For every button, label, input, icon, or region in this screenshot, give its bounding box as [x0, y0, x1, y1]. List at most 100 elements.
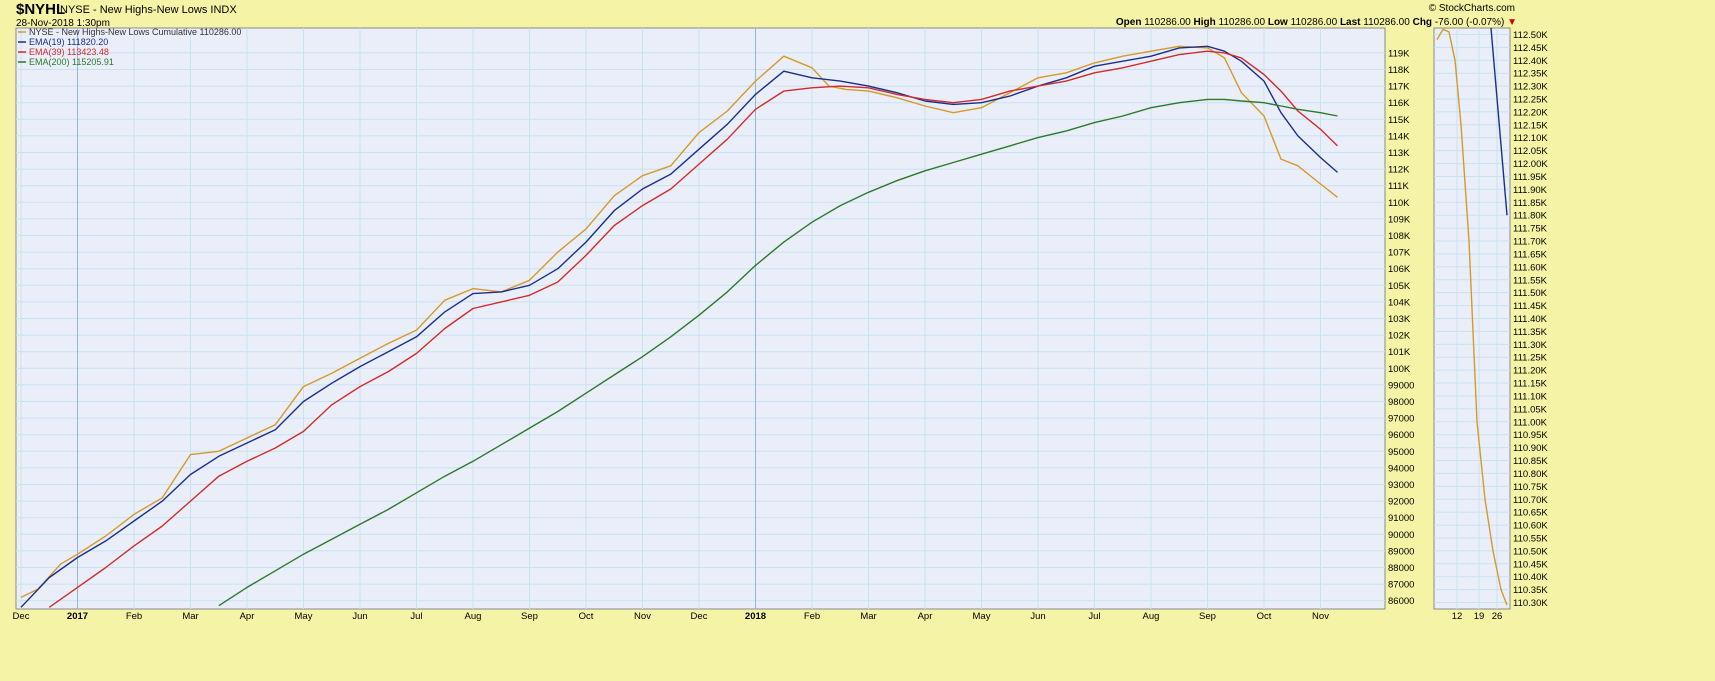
zoom-y-tick-label: 110.75K [1513, 482, 1548, 493]
y-tick-label: 112K [1388, 165, 1410, 176]
zoom-y-tick-label: 112.10K [1513, 133, 1548, 144]
y-tick-label: 97000 [1388, 414, 1414, 425]
y-tick-label: 90000 [1388, 530, 1414, 541]
zoom-y-tick-label: 111.60K [1513, 262, 1548, 273]
y-tick-label: 113K [1388, 148, 1410, 159]
y-tick-label: 109K [1388, 214, 1411, 225]
zoom-y-tick-label: 110.90K [1513, 443, 1548, 454]
x-tick-label: May [973, 611, 991, 622]
y-tick-label: 118K [1388, 65, 1410, 76]
x-tick-label: Aug [465, 611, 482, 622]
y-tick-label: 87000 [1388, 580, 1414, 591]
y-tick-label: 107K [1388, 248, 1411, 259]
zoom-y-tick-label: 111.15K [1513, 379, 1548, 390]
zoom-y-tick-label: 112.15K [1513, 120, 1548, 131]
zoom-y-tick-label: 112.25K [1513, 95, 1548, 106]
y-tick-label: 111K [1388, 181, 1409, 192]
zoom-y-tick-label: 112.20K [1513, 107, 1548, 118]
zoom-y-tick-label: 110.45K [1513, 559, 1548, 570]
legend-item: NYSE - New Highs-New Lows Cumulative 110… [29, 27, 241, 37]
zoom-y-tick-label: 110.55K [1513, 533, 1548, 544]
y-tick-label: 100K [1388, 364, 1411, 375]
y-tick-label: 91000 [1388, 513, 1414, 524]
zoom-y-tick-label: 110.85K [1513, 456, 1548, 467]
y-tick-label: 99000 [1388, 380, 1414, 391]
legend-item: EMA(39) 113423.48 [29, 47, 109, 57]
zoom-y-tick-label: 111.55K [1513, 275, 1548, 286]
x-tick-label: Apr [240, 611, 255, 622]
x-tick-label: Mar [860, 611, 876, 622]
y-tick-label: 98000 [1388, 397, 1414, 408]
zoom-y-tick-label: 110.95K [1513, 430, 1548, 441]
y-tick-label: 96000 [1388, 430, 1414, 441]
zoom-y-tick-label: 111.80K [1513, 211, 1548, 222]
zoom-y-tick-label: 110.80K [1513, 469, 1548, 480]
y-tick-label: 94000 [1388, 463, 1414, 474]
zoom-y-tick-label: 110.50K [1513, 546, 1548, 557]
y-tick-label: 114K [1388, 131, 1410, 142]
zoom-y-tick-label: 110.35K [1513, 585, 1548, 596]
x-tick-label: Jul [410, 611, 422, 622]
x-tick-label: Dec [13, 611, 30, 622]
y-tick-label: 108K [1388, 231, 1411, 242]
x-tick-label: 2017 [67, 611, 88, 622]
x-tick-label: Oct [1257, 611, 1272, 622]
zoom-y-tick-label: 110.65K [1513, 508, 1548, 519]
x-tick-label: Jun [352, 611, 367, 622]
x-tick-label: Feb [126, 611, 142, 622]
zoom-y-tick-label: 111.75K [1513, 224, 1548, 235]
y-tick-label: 93000 [1388, 480, 1414, 491]
y-tick-label: 119K [1388, 48, 1410, 59]
zoom-y-tick-label: 112.45K [1513, 43, 1548, 54]
zoom-y-tick-label: 112.50K [1513, 30, 1548, 41]
zoom-y-tick-label: 112.40K [1513, 56, 1548, 67]
zoom-y-tick-label: 111.20K [1513, 366, 1548, 377]
zoom-y-tick-label: 111.05K [1513, 404, 1548, 415]
zoom-y-tick-label: 111.40K [1513, 314, 1548, 325]
zoom-y-tick-label: 112.35K [1513, 69, 1548, 80]
zoom-y-tick-label: 111.85K [1513, 198, 1548, 209]
y-tick-label: 115K [1388, 115, 1410, 126]
zoom-y-tick-label: 112.05K [1513, 146, 1548, 157]
zoom-y-tick-label: 111.00K [1513, 417, 1548, 428]
main-chart: 86000 87000 88000 89000 90000 91000 92000 93000… [13, 27, 1549, 622]
x-tick-label: Feb [804, 611, 820, 622]
x-tick-label: Jul [1088, 611, 1100, 622]
zoom-y-tick-label: 111.50K [1513, 288, 1548, 299]
zoom-y-tick-label: 111.65K [1513, 249, 1548, 260]
zoom-y-tick-label: 111.10K [1513, 391, 1548, 402]
y-tick-label: 104K [1388, 297, 1411, 308]
x-tick-label: Sep [1199, 611, 1216, 622]
y-tick-label: 116K [1388, 98, 1410, 109]
y-tick-label: 110K [1388, 198, 1410, 209]
y-tick-label: 86000 [1388, 596, 1414, 607]
x-tick-label: 2018 [745, 611, 766, 622]
zoom-y-tick-label: 110.60K [1513, 521, 1548, 532]
y-tick-label: 92000 [1388, 497, 1414, 508]
y-tick-label: 105K [1388, 281, 1411, 292]
zoom-y-tick-label: 110.70K [1513, 495, 1548, 506]
zoom-y-tick-label: 111.70K [1513, 237, 1548, 248]
zoom-x-tick-label: 26 [1492, 611, 1503, 622]
zoom-y-tick-label: 110.30K [1513, 598, 1548, 609]
y-tick-label: 88000 [1388, 563, 1414, 574]
y-tick-label: 89000 [1388, 546, 1414, 557]
zoom-y-tick-label: 111.95K [1513, 172, 1548, 183]
x-tick-label: Sep [521, 611, 538, 622]
y-tick-label: 102K [1388, 331, 1411, 342]
x-tick-label: Jun [1030, 611, 1045, 622]
y-tick-label: 106K [1388, 264, 1411, 275]
y-tick-label: 117K [1388, 82, 1410, 93]
y-tick-label: 95000 [1388, 447, 1414, 458]
legend-item: EMA(200) 115205.91 [29, 57, 114, 67]
zoom-y-tick-label: 111.25K [1513, 353, 1548, 364]
zoom-y-tick-label: 111.35K [1513, 327, 1548, 338]
x-tick-label: May [295, 611, 313, 622]
zoom-y-tick-label: 111.45K [1513, 301, 1548, 312]
x-tick-label: Dec [691, 611, 708, 622]
zoom-y-tick-label: 110.40K [1513, 572, 1548, 583]
x-tick-label: Nov [634, 611, 651, 622]
zoom-y-tick-label: 112.30K [1513, 82, 1548, 93]
zoom-y-tick-label: 111.30K [1513, 340, 1548, 351]
x-tick-label: Mar [182, 611, 198, 622]
